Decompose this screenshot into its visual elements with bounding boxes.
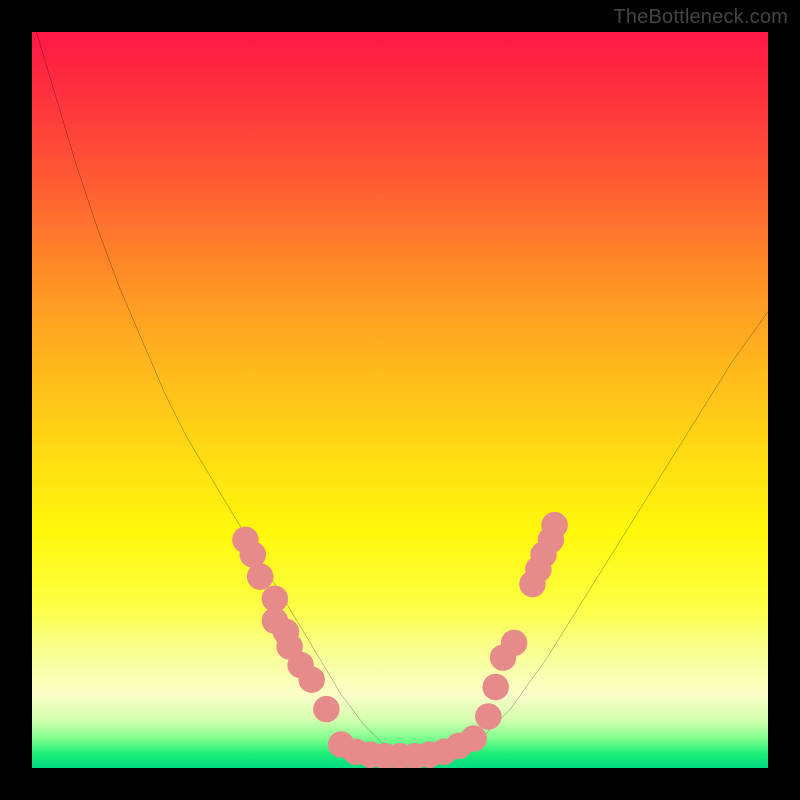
watermark: TheBottleneck.com [613, 6, 788, 29]
sample-points [232, 512, 568, 768]
sample-point [475, 703, 501, 729]
sample-point [460, 725, 486, 751]
sample-point [247, 563, 273, 589]
sample-point [298, 666, 324, 692]
chart-svg [32, 32, 768, 768]
sample-point [313, 696, 339, 722]
sample-point [482, 674, 508, 700]
sample-point [501, 630, 527, 656]
sample-point [541, 512, 567, 538]
bottleneck-curve [32, 32, 768, 757]
